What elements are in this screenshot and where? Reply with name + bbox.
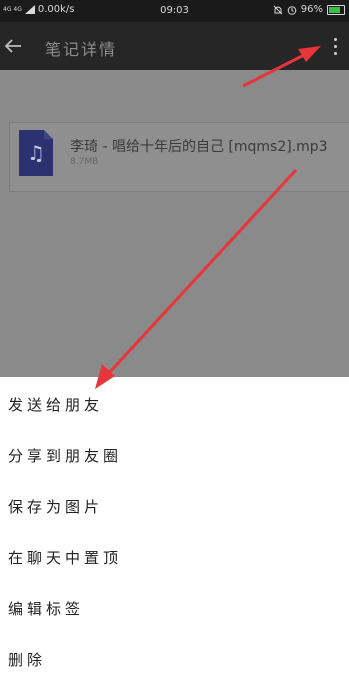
back-arrow-icon xyxy=(4,39,21,53)
music-file-icon: ♫ xyxy=(19,130,53,176)
app-bar: 笔记详情 xyxy=(0,22,349,70)
back-button[interactable] xyxy=(0,32,26,60)
status-bar: 4G 4G 0.00k/s 09:03 96% xyxy=(0,0,349,22)
menu-item-delete[interactable]: 删除 xyxy=(8,640,338,680)
file-size: 8.7MB xyxy=(70,157,99,167)
menu-item-pin-in-chat[interactable]: 在聊天中置顶 xyxy=(8,538,338,578)
dimmed-content-overlay[interactable]: ♫ 李琦 - 唱给十年后的自己 [mqms2].mp3 8.7MB xyxy=(0,70,349,377)
menu-item-send-to-friend[interactable]: 发送给朋友 xyxy=(8,385,338,425)
menu-item-edit-tags[interactable]: 编辑标签 xyxy=(8,589,338,629)
menu-item-share-to-moments[interactable]: 分享到朋友圈 xyxy=(8,436,338,476)
more-options-button[interactable] xyxy=(327,32,343,60)
battery-icon xyxy=(327,4,345,15)
alarm-icon xyxy=(287,5,297,15)
action-bottom-sheet: 发送给朋友 分享到朋友圈 保存为图片 在聊天中置顶 编辑标签 删除 xyxy=(0,377,349,692)
menu-item-save-as-image[interactable]: 保存为图片 xyxy=(8,487,338,527)
file-name: 李琦 - 唱给十年后的自己 [mqms2].mp3 xyxy=(70,139,328,155)
file-attachment-card[interactable]: ♫ 李琦 - 唱给十年后的自己 [mqms2].mp3 8.7MB xyxy=(9,122,349,192)
mute-icon xyxy=(273,5,283,14)
more-vert-icon xyxy=(333,37,337,41)
battery-percent: 96% xyxy=(300,4,323,15)
page-title: 笔记详情 xyxy=(45,40,118,59)
